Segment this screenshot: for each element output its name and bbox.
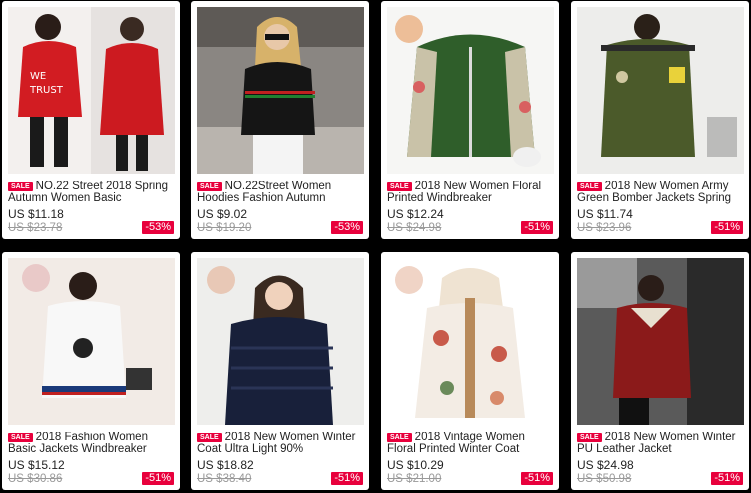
product-image[interactable]: [8, 258, 175, 425]
product-price: US $10.29: [387, 458, 444, 472]
discount-badge: -51%: [331, 472, 363, 485]
sale-badge: SALE: [577, 433, 602, 442]
product-card[interactable]: SALE 2018 New Women Winter Coat Ultra Lig…: [191, 252, 369, 490]
product-card[interactable]: SALE NO.22Street Women Hoodies Fashion Au…: [191, 1, 369, 239]
discount-badge: -53%: [331, 221, 363, 234]
discount-badge: -51%: [142, 472, 174, 485]
product-card[interactable]: WE TRUST SALE NO.22 Street 2018 Spring Au…: [2, 1, 180, 239]
product-card[interactable]: SALE 2018 New Women Army Green Bomber Jac…: [571, 1, 749, 239]
discount-badge: -51%: [521, 472, 553, 485]
product-title[interactable]: SALE NO.22Street Women Hoodies Fashion Au…: [197, 181, 365, 204]
discount-badge: -53%: [142, 221, 174, 234]
original-price: US $21.00: [387, 473, 442, 485]
discount-badge: -51%: [711, 221, 743, 234]
product-title[interactable]: SALE NO.22 Street 2018 Spring Autumn Wome…: [8, 181, 176, 204]
sale-badge: SALE: [8, 182, 33, 191]
sale-badge: SALE: [577, 182, 602, 191]
product-title[interactable]: SALE 2018 New Women Winter Coat Ultra Lig…: [197, 432, 365, 455]
product-card[interactable]: SALE 2018 New Women Winter PU Leather Jac…: [571, 252, 749, 490]
product-card[interactable]: SALE 2018 Fashion Women Basic Jackets Win…: [2, 252, 180, 490]
sale-badge: SALE: [387, 433, 412, 442]
product-image[interactable]: [387, 258, 554, 425]
product-image[interactable]: WE TRUST: [8, 7, 175, 174]
product-grid: WE TRUST SALE NO.22 Street 2018 Spring Au…: [0, 0, 751, 493]
original-price: US $50.98: [577, 473, 632, 485]
product-price: US $15.12: [8, 458, 65, 472]
sale-badge: SALE: [387, 182, 412, 191]
product-price: US $11.18: [8, 207, 64, 221]
product-price: US $9.02: [197, 207, 248, 221]
product-image[interactable]: [577, 258, 744, 425]
original-price: US $38.40: [197, 473, 252, 485]
product-title[interactable]: SALE 2018 New Women Army Green Bomber Jac…: [577, 181, 745, 204]
discount-badge: -51%: [711, 472, 743, 485]
original-price: US $24.98: [387, 222, 442, 234]
product-image[interactable]: [387, 7, 554, 174]
product-image[interactable]: [577, 7, 744, 174]
svg-text:TRUST: TRUST: [29, 85, 64, 96]
product-title[interactable]: SALE 2018 New Women Winter PU Leather Jac…: [577, 432, 745, 455]
product-title[interactable]: SALE 2018 Fashion Women Basic Jackets Win…: [8, 432, 176, 455]
product-price: US $12.24: [387, 207, 444, 221]
sale-badge: SALE: [197, 182, 222, 191]
original-price: US $30.86: [8, 473, 63, 485]
product-card[interactable]: SALE 2018 Vintage Women Floral Printed Wi…: [381, 252, 559, 490]
sale-badge: SALE: [197, 433, 222, 442]
product-price: US $18.82: [197, 458, 254, 472]
product-title[interactable]: SALE 2018 New Women Floral Printed Windbr…: [387, 181, 555, 204]
discount-badge: -51%: [521, 221, 553, 234]
product-image[interactable]: [197, 7, 364, 174]
product-card[interactable]: SALE 2018 New Women Floral Printed Windbr…: [381, 1, 559, 239]
svg-text:WE: WE: [30, 71, 46, 82]
product-price: US $24.98: [577, 458, 634, 472]
product-title[interactable]: SALE 2018 Vintage Women Floral Printed Wi…: [387, 432, 555, 455]
original-price: US $23.78: [8, 222, 63, 234]
original-price: US $23.96: [577, 222, 632, 234]
original-price: US $19.20: [197, 222, 252, 234]
product-price: US $11.74: [577, 207, 633, 221]
sale-badge: SALE: [8, 433, 33, 442]
product-image[interactable]: [197, 258, 364, 425]
